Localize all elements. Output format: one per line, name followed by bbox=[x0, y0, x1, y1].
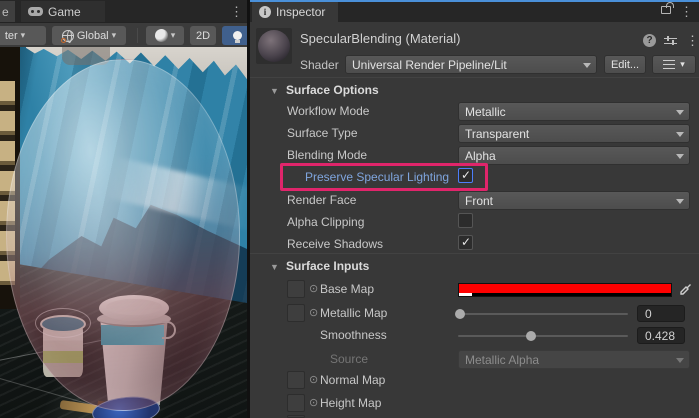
height-map-label: Height Map bbox=[320, 396, 381, 410]
unity-editor: e Game ⋮ ter ▾ Global ▾ ▾ 2D bbox=[0, 0, 699, 418]
foldout-triangle-icon[interactable]: ▼ bbox=[270, 262, 279, 272]
shader-dropdown[interactable]: Universal Render Pipeline/Lit bbox=[345, 55, 597, 74]
receive-shadows-label: Receive Shadows bbox=[287, 237, 383, 251]
metallic-map-texture-slot[interactable] bbox=[287, 304, 305, 322]
blending-mode-dropdown[interactable]: Alpha bbox=[458, 146, 690, 165]
dropdown-arrow-icon bbox=[676, 110, 684, 115]
slider-handle[interactable] bbox=[526, 331, 536, 341]
workflow-mode-dropdown[interactable]: Metallic bbox=[458, 102, 690, 121]
shading-sphere-icon bbox=[155, 29, 168, 42]
surface-inputs-header[interactable]: Surface Inputs bbox=[286, 259, 369, 273]
toolbar-divider bbox=[137, 28, 138, 43]
metallic-value-field[interactable]: 0 bbox=[637, 305, 685, 322]
help-icon[interactable]: ? bbox=[643, 34, 656, 47]
render-face-label: Render Face bbox=[287, 193, 356, 207]
foldout-triangle-icon[interactable]: ▼ bbox=[270, 86, 279, 96]
dropdown-arrow-icon bbox=[676, 358, 684, 363]
tab-inspector-label: Inspector bbox=[276, 5, 325, 19]
unlock-icon[interactable] bbox=[661, 6, 671, 14]
shader-label: Shader bbox=[300, 58, 339, 72]
slider-handle[interactable] bbox=[455, 309, 465, 319]
game-panel: e Game ⋮ ter ▾ Global ▾ ▾ 2D bbox=[0, 0, 247, 418]
edit-shader-button[interactable]: Edit... bbox=[604, 55, 646, 74]
game-panel-menu-icon[interactable]: ⋮ bbox=[230, 5, 243, 18]
inspector-panel: i Inspector ⋮ SpecularBlending (Material… bbox=[250, 0, 699, 418]
object-picker-icon[interactable]: ⊙ bbox=[309, 373, 318, 386]
orientation-global-button[interactable]: Global ▾ bbox=[52, 26, 126, 45]
list-icon bbox=[663, 60, 675, 69]
tab-game-label: Game bbox=[48, 5, 81, 19]
pivot-button[interactable]: ter ▾ bbox=[0, 26, 46, 45]
game-tab-bar: e Game ⋮ bbox=[0, 0, 247, 22]
preserve-specular-label: Preserve Specular Lighting bbox=[305, 170, 449, 184]
tab-inspector[interactable]: i Inspector bbox=[252, 2, 338, 22]
chevron-down-icon: ▾ bbox=[171, 30, 176, 41]
surface-options-header[interactable]: Surface Options bbox=[286, 83, 379, 97]
lightbulb-icon bbox=[233, 31, 242, 40]
object-picker-icon[interactable]: ⊙ bbox=[309, 396, 318, 409]
inspector-tab-bar: i Inspector ⋮ bbox=[250, 2, 699, 22]
tab-scene-partial[interactable]: e bbox=[0, 1, 15, 22]
render-queue-menu-button[interactable]: ▾ bbox=[652, 55, 696, 74]
alpha-clipping-label: Alpha Clipping bbox=[287, 215, 364, 229]
shading-mode-button[interactable]: ▾ bbox=[146, 26, 184, 45]
smoothness-slider[interactable] bbox=[458, 327, 628, 345]
transparent-sphere bbox=[6, 59, 240, 411]
material-header: SpecularBlending (Material) ? ⋮ Shader U… bbox=[250, 22, 699, 77]
material-menu-icon[interactable]: ⋮ bbox=[686, 34, 699, 47]
alpha-clipping-checkbox[interactable] bbox=[458, 213, 473, 228]
surface-type-dropdown[interactable]: Transparent bbox=[458, 124, 690, 143]
game-toolbar: ter ▾ Global ▾ ▾ 2D bbox=[0, 22, 247, 47]
base-map-label: Base Map bbox=[320, 282, 374, 296]
dropdown-arrow-icon bbox=[676, 154, 684, 159]
2d-toggle-button[interactable]: 2D bbox=[190, 26, 216, 45]
smoothness-label: Smoothness bbox=[320, 328, 387, 342]
dropdown-arrow-icon bbox=[676, 132, 684, 137]
section-separator bbox=[250, 77, 699, 78]
material-title: SpecularBlending (Material) bbox=[300, 31, 460, 46]
tab-game[interactable]: Game bbox=[21, 1, 105, 22]
source-label: Source bbox=[330, 352, 368, 366]
info-icon: i bbox=[259, 6, 271, 18]
material-sphere-icon bbox=[258, 30, 290, 62]
object-picker-icon[interactable]: ⊙ bbox=[309, 306, 318, 319]
globe-icon bbox=[62, 30, 74, 42]
source-dropdown: Metallic Alpha bbox=[458, 350, 690, 369]
smoothness-value-field[interactable]: 0.428 bbox=[637, 327, 685, 344]
normal-map-texture-slot[interactable] bbox=[287, 371, 305, 389]
object-picker-icon[interactable]: ⊙ bbox=[309, 282, 318, 295]
dropdown-arrow-icon bbox=[676, 199, 684, 204]
alpha-bar bbox=[459, 293, 671, 296]
normal-map-label: Normal Map bbox=[320, 373, 385, 387]
chevron-down-icon: ▾ bbox=[21, 30, 26, 41]
blending-mode-label: Blending Mode bbox=[287, 148, 367, 162]
globe-dot bbox=[61, 38, 66, 43]
surface-type-label: Surface Type bbox=[287, 126, 358, 140]
metallic-slider[interactable] bbox=[458, 305, 628, 323]
inspector-menu-icon[interactable]: ⋮ bbox=[680, 5, 693, 18]
eyedropper-icon[interactable] bbox=[678, 283, 692, 297]
workflow-mode-label: Workflow Mode bbox=[287, 104, 369, 118]
base-map-color-swatch[interactable] bbox=[458, 283, 672, 297]
preserve-specular-checkbox[interactable] bbox=[458, 168, 473, 183]
chevron-down-icon: ▾ bbox=[112, 30, 117, 41]
gamepad-icon bbox=[28, 7, 43, 16]
game-viewport[interactable] bbox=[0, 47, 247, 418]
receive-shadows-checkbox[interactable] bbox=[458, 235, 473, 250]
material-preview[interactable] bbox=[256, 28, 292, 64]
base-map-texture-slot[interactable] bbox=[287, 280, 305, 298]
height-map-texture-slot[interactable] bbox=[287, 394, 305, 412]
chevron-down-icon: ▾ bbox=[680, 59, 685, 70]
dropdown-arrow-icon bbox=[583, 63, 591, 68]
render-face-dropdown[interactable]: Front bbox=[458, 191, 690, 210]
metallic-map-label: Metallic Map bbox=[320, 306, 387, 320]
section-separator bbox=[250, 253, 699, 254]
